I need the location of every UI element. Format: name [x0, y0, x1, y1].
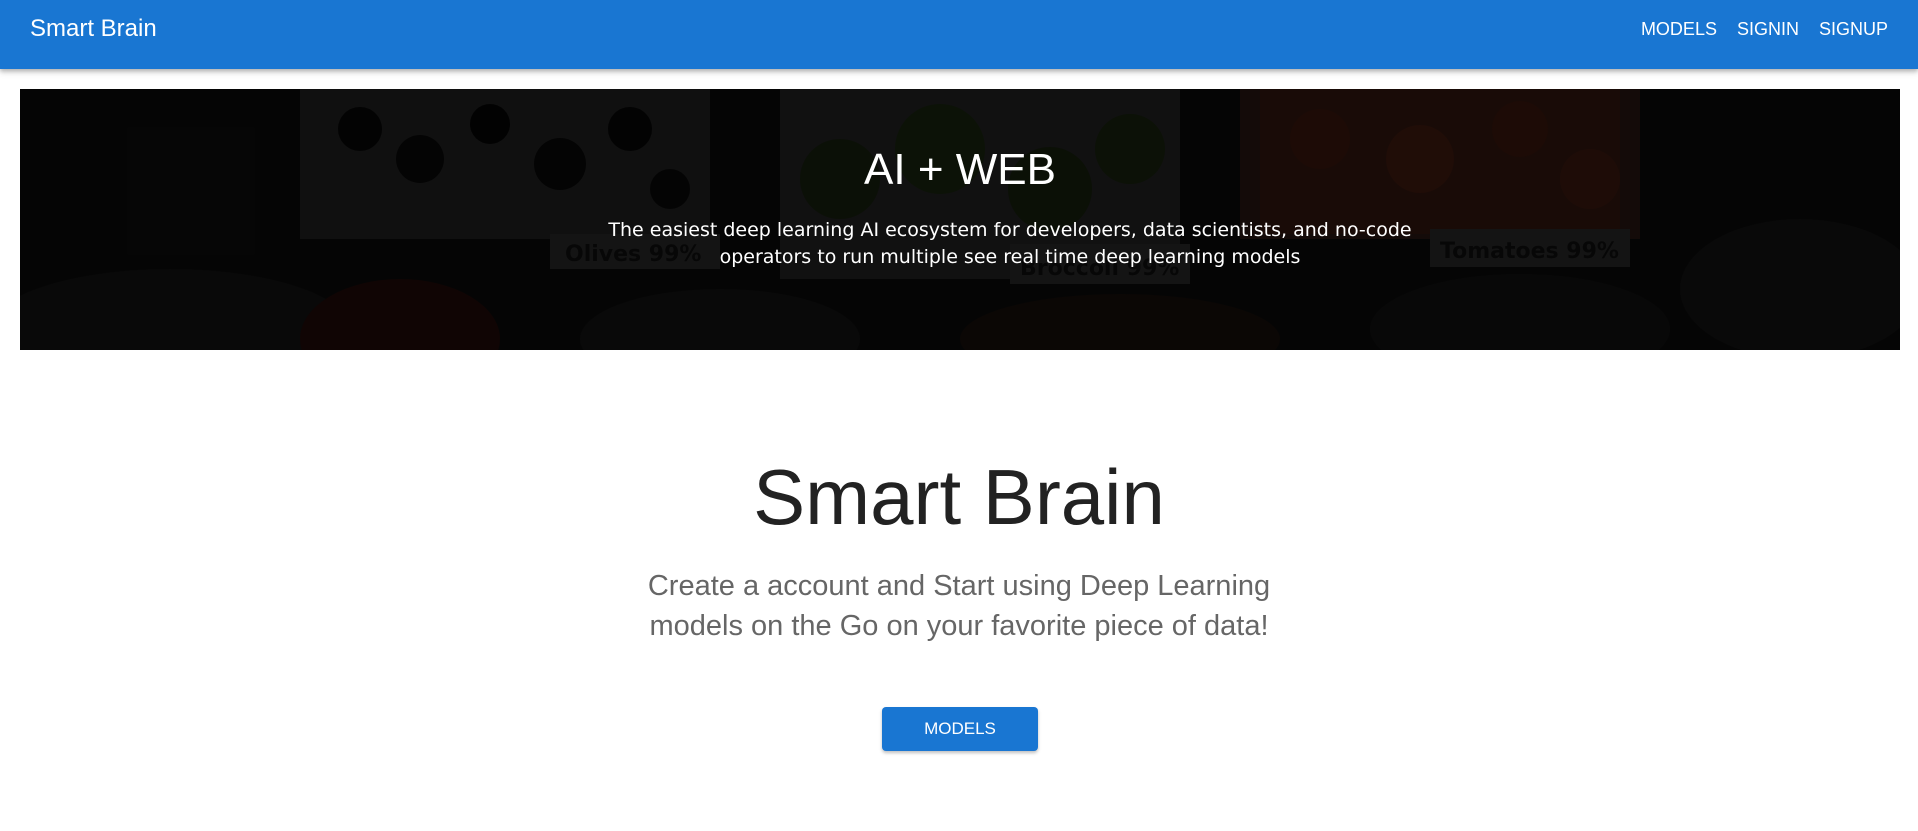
hero-banner: Olives 99% Broccoli 99% Tomatoes 99% AI …	[20, 89, 1900, 350]
page-title: Smart Brain	[753, 453, 1165, 541]
nav-models-link[interactable]: MODELS	[1641, 19, 1717, 40]
brand-title[interactable]: Smart Brain	[30, 0, 157, 58]
hero-title: AI + WEB	[864, 145, 1056, 194]
nav-signup-link[interactable]: SIGNUP	[1819, 19, 1888, 40]
page-subtitle: Create a account and Start using Deep Le…	[647, 570, 1271, 642]
models-button[interactable]: MODELS	[882, 707, 1038, 751]
top-nav: MODELS SIGNIN SIGNUP	[1621, 0, 1888, 58]
hero-subtitle: The easiest deep learning AI ecosystem f…	[608, 219, 1412, 268]
nav-signin-link[interactable]: SIGNIN	[1737, 19, 1799, 40]
app-bar: Smart Brain MODELS SIGNIN SIGNUP	[0, 0, 1918, 69]
